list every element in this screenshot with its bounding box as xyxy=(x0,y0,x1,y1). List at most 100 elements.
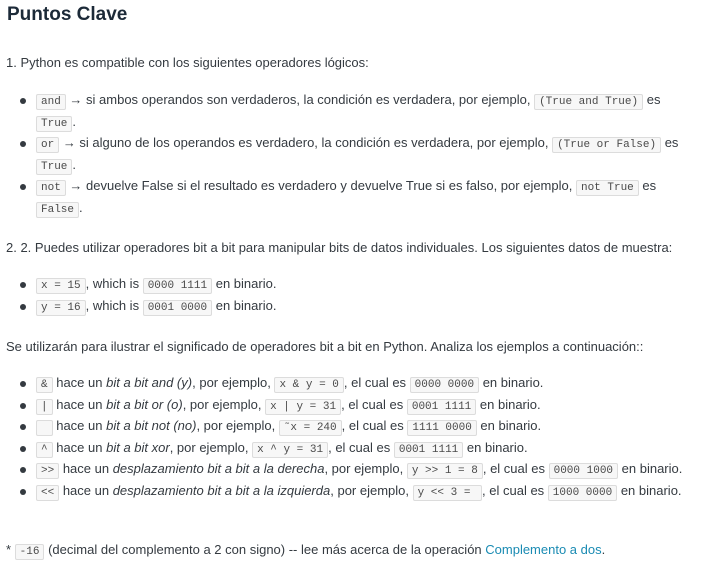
code-binary: 0000 1111 xyxy=(142,278,213,294)
list-item-text: , which is xyxy=(85,298,143,313)
list-item-or-result: True. xyxy=(36,157,77,175)
code-footnote: -16 xyxy=(14,544,45,560)
list-item-text: , por ejemplo, xyxy=(192,375,275,390)
code-binary: 0000 1000 xyxy=(548,463,619,479)
code-sample: y = 16 xyxy=(36,300,86,316)
sample-y: y = 16, which is 0001 0000 en binario. xyxy=(36,298,277,316)
list-item-text: es xyxy=(661,135,679,150)
list-item-text: hace un xyxy=(52,440,107,455)
list-item-text: es xyxy=(643,92,661,107)
bullet xyxy=(20,446,26,452)
list-item-and: and → si ambos operandos son verdaderos,… xyxy=(36,92,661,110)
footnote: * -16 (decimal del complemento a 2 con s… xyxy=(6,542,606,560)
point-1-text: 1. Python es compatible con los siguient… xyxy=(6,55,369,70)
code-operator: >> xyxy=(36,463,60,479)
sample-x: x = 15, which is 0000 1111 en binario. xyxy=(36,276,277,294)
code-operator: ^ xyxy=(36,442,53,458)
operator-name: bit a bit xor xyxy=(106,440,170,455)
footnote-end: . xyxy=(601,542,606,557)
list-item-or: or → si alguno de los operandos es verda… xyxy=(36,135,679,153)
code-or: or xyxy=(36,137,60,153)
footnote-star: * xyxy=(6,542,15,557)
code-example: ˜x = 240 xyxy=(278,420,342,436)
list-item-text: , por ejemplo, xyxy=(196,418,279,433)
list-item-and-result: True. xyxy=(36,114,77,132)
footnote-text: (decimal del complemento a 2 con signo) … xyxy=(44,542,486,557)
list-item-not-result: False. xyxy=(36,200,83,218)
operator-name: bit a bit or (o) xyxy=(106,397,183,412)
list-item-text: → si ambos operandos son verdaderos, la … xyxy=(65,92,535,107)
code-sample: x = 15 xyxy=(36,278,86,294)
code-example: x & y = 0 xyxy=(274,377,344,393)
list-item-text: hace un xyxy=(52,397,107,412)
code-result: True xyxy=(36,116,73,132)
code-binary: 0001 1111 xyxy=(406,399,477,415)
list-item-text: es xyxy=(638,178,657,193)
code-binary: 0000 0000 xyxy=(409,377,480,393)
intro-text: Se utilizarán para ilustrar el significa… xyxy=(6,339,644,354)
code-example: (True and True) xyxy=(534,94,644,110)
bullet xyxy=(20,184,26,190)
list-item-text: en binario. xyxy=(212,298,277,313)
list-item-text: , el cual es xyxy=(341,418,408,433)
list-item-text: hace un xyxy=(59,483,113,498)
code-operator xyxy=(36,420,53,436)
list-item-not: not → devuelve False si el resultado es … xyxy=(36,178,657,196)
point-2-text: 2. 2. Puedes utilizar operadores bit a b… xyxy=(6,240,673,255)
list-item-text: en binario. xyxy=(476,418,542,433)
bitwise-not: hace un bit a bit not (no), por ejemplo,… xyxy=(36,418,542,436)
bullet xyxy=(20,282,26,288)
bitwise-right-shift: >> hace un desplazamiento bit a bit a la… xyxy=(36,461,683,479)
code-operator: << xyxy=(36,485,60,501)
code-and: and xyxy=(36,94,66,110)
bitwise-or: | hace un bit a bit or (o), por ejemplo,… xyxy=(36,397,541,415)
operator-name: bit a bit not (no) xyxy=(106,418,197,433)
code-example: y << 3 = xyxy=(412,485,483,501)
code-example: x | y = 31 xyxy=(265,399,342,415)
code-operator: & xyxy=(36,377,53,393)
list-item-text: , por ejemplo, xyxy=(324,461,407,476)
list-item-text: en binario. xyxy=(479,375,544,390)
list-item-text: hace un xyxy=(59,461,113,476)
bitwise-left-shift: << hace un desplazamiento bit a bit a la… xyxy=(36,483,682,501)
code-result: True xyxy=(36,159,73,175)
list-item-text: , el cual es xyxy=(482,483,548,498)
list-item-text: hace un xyxy=(52,375,107,390)
bitwise-xor: ^ hace un bit a bit xor, por ejemplo, x … xyxy=(36,440,528,458)
bullet xyxy=(20,424,26,430)
bullet xyxy=(20,98,26,104)
code-binary: 0001 0000 xyxy=(142,300,213,316)
bullet xyxy=(20,381,26,387)
list-item-text: , por ejemplo, xyxy=(330,483,413,498)
operator-name: bit a bit and (y) xyxy=(106,375,193,390)
list-item-text: en binario. xyxy=(617,483,682,498)
list-item-text: . xyxy=(79,200,83,215)
list-item-text: en binario. xyxy=(212,276,277,291)
list-item-text: en binario. xyxy=(463,440,528,455)
list-item-text: , por ejemplo, xyxy=(182,397,266,412)
bullet xyxy=(20,403,26,409)
complemento-a-dos-link[interactable]: Complemento a dos xyxy=(485,542,601,557)
operator-name: desplazamiento bit a bit a la izquierda xyxy=(112,483,331,498)
bullet xyxy=(20,304,26,310)
code-not: not xyxy=(36,180,66,196)
list-item-text: . xyxy=(72,157,77,172)
operator-name: desplazamiento bit a bit a la derecha xyxy=(112,461,325,476)
bullet xyxy=(20,467,26,473)
list-item-text: hace un xyxy=(52,418,107,433)
code-binary: 1111 0000 xyxy=(407,420,477,436)
list-item-text: → si alguno de los operandos es verdader… xyxy=(59,135,553,150)
code-operator: | xyxy=(36,399,53,415)
list-item-text: , el cual es xyxy=(341,397,407,412)
list-item-text: en binario. xyxy=(618,461,683,476)
code-result: False xyxy=(36,202,80,218)
list-item-text: → devuelve False si el resultado es verd… xyxy=(65,178,576,193)
code-example: y >> 1 = 8 xyxy=(406,463,483,479)
list-item-text: , el cual es xyxy=(482,461,549,476)
bullet xyxy=(20,489,26,495)
code-binary: 1000 0000 xyxy=(547,485,618,501)
list-item-text: , el cual es xyxy=(328,440,394,455)
list-item-text: , el cual es xyxy=(343,375,410,390)
page-title: Puntos Clave xyxy=(7,4,128,25)
list-item-text: . xyxy=(72,114,77,129)
